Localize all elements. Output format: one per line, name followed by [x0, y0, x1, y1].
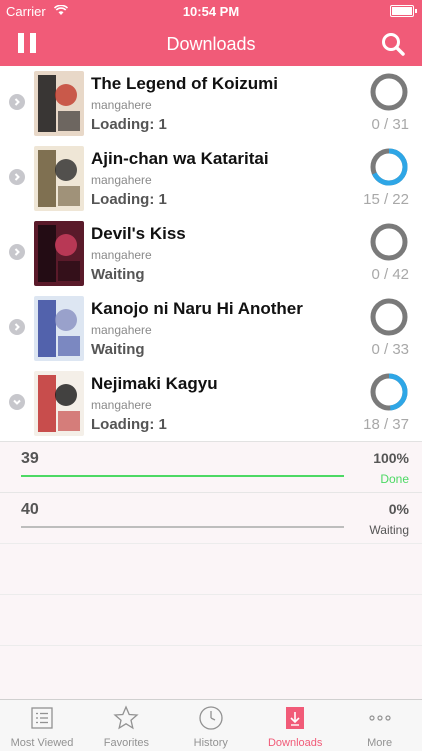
tab-downloads[interactable]: Downloads: [253, 700, 337, 751]
manga-source: mangahere: [91, 248, 152, 262]
tab-label: Favorites: [103, 737, 150, 749]
chapter-percent: 0%: [388, 501, 409, 517]
chapter-percent: 100%: [373, 450, 409, 466]
star-icon: [113, 705, 140, 730]
chapter-progress-bar: [21, 475, 344, 477]
chevron-down-icon[interactable]: [9, 394, 25, 410]
chapter-count: 0 / 31: [371, 116, 409, 133]
chapter-count: 18 / 37: [363, 416, 409, 433]
manga-title: Ajin-chan wa Kataritai: [91, 149, 269, 168]
manga-row[interactable]: Nejimaki Kagyu mangahere Loading: 1 18 /…: [0, 366, 422, 442]
separator: [0, 645, 422, 646]
manga-title: Devil's Kiss: [91, 224, 186, 243]
progress-ring: [370, 223, 408, 261]
manga-status: Loading: 1: [91, 116, 167, 133]
chapter-count: 0 / 42: [371, 266, 409, 283]
chevron-right-icon[interactable]: [9, 94, 25, 110]
manga-row[interactable]: Devil's Kiss mangahere Waiting 0 / 42: [0, 216, 422, 292]
chapter-number: 39: [21, 450, 39, 467]
manga-cover: [34, 71, 84, 136]
progress-ring: [370, 148, 408, 186]
manga-source: mangahere: [91, 398, 152, 412]
chapter-row[interactable]: 39 100% Done: [0, 442, 422, 493]
manga-row[interactable]: Kanojo ni Naru Hi Another mangahere Wait…: [0, 291, 422, 367]
chevron-right-icon[interactable]: [9, 319, 25, 335]
nav-bar: Downloads: [0, 22, 422, 66]
download-icon: [286, 707, 305, 729]
manga-title: Nejimaki Kagyu: [91, 374, 218, 393]
battery-icon: [390, 5, 417, 17]
status-bar: Carrier 10:54 PM: [0, 0, 422, 22]
manga-source: mangahere: [91, 98, 152, 112]
tab-history[interactable]: History: [169, 700, 253, 751]
manga-status: Waiting: [91, 341, 145, 358]
progress-ring: [370, 73, 408, 111]
tab-most-viewed[interactable]: Most Viewed: [0, 700, 84, 751]
manga-status: Waiting: [91, 266, 145, 283]
chapter-count: 15 / 22: [363, 191, 409, 208]
manga-row[interactable]: Ajin-chan wa Kataritai mangahere Loading…: [0, 141, 422, 217]
clock-icon: [199, 706, 223, 730]
manga-source: mangahere: [91, 173, 152, 187]
status-time: 10:54 PM: [182, 4, 240, 19]
chapter-progress-bar: [21, 526, 344, 528]
tab-label: More: [367, 737, 393, 749]
manga-row[interactable]: The Legend of Koizumi mangahere Loading:…: [0, 66, 422, 142]
separator: [0, 594, 422, 595]
tab-more[interactable]: More: [338, 700, 422, 751]
progress-ring: [370, 373, 408, 411]
chapter-row[interactable]: 40 0% Waiting: [0, 493, 422, 544]
chapter-count: 0 / 33: [371, 341, 409, 358]
manga-cover: [34, 146, 84, 211]
chevron-right-icon[interactable]: [9, 244, 25, 260]
progress-ring: [370, 298, 408, 336]
separator: [0, 543, 422, 544]
tab-bar: Most Viewed Favorites History Downloads …: [0, 699, 422, 751]
tab-label: History: [193, 737, 228, 749]
page-title: Downloads: [166, 34, 256, 54]
list-icon: [31, 707, 53, 729]
manga-title: The Legend of Koizumi: [91, 74, 278, 93]
search-button[interactable]: [380, 31, 406, 57]
chapter-status: Done: [380, 472, 409, 486]
manga-source: mangahere: [91, 323, 152, 337]
manga-cover: [34, 221, 84, 286]
manga-cover: [34, 296, 84, 361]
manga-cover: [34, 371, 84, 436]
tab-favorites[interactable]: Favorites: [84, 700, 168, 751]
manga-status: Loading: 1: [91, 416, 167, 433]
manga-status: Loading: 1: [91, 191, 167, 208]
more-icon: [368, 715, 391, 721]
chapter-number: 40: [21, 501, 39, 518]
chevron-right-icon[interactable]: [9, 169, 25, 185]
chapter-status: Waiting: [369, 523, 409, 537]
manga-title: Kanojo ni Naru Hi Another: [91, 299, 303, 318]
tab-label: Downloads: [267, 737, 323, 749]
tab-label: Most Viewed: [10, 737, 74, 749]
